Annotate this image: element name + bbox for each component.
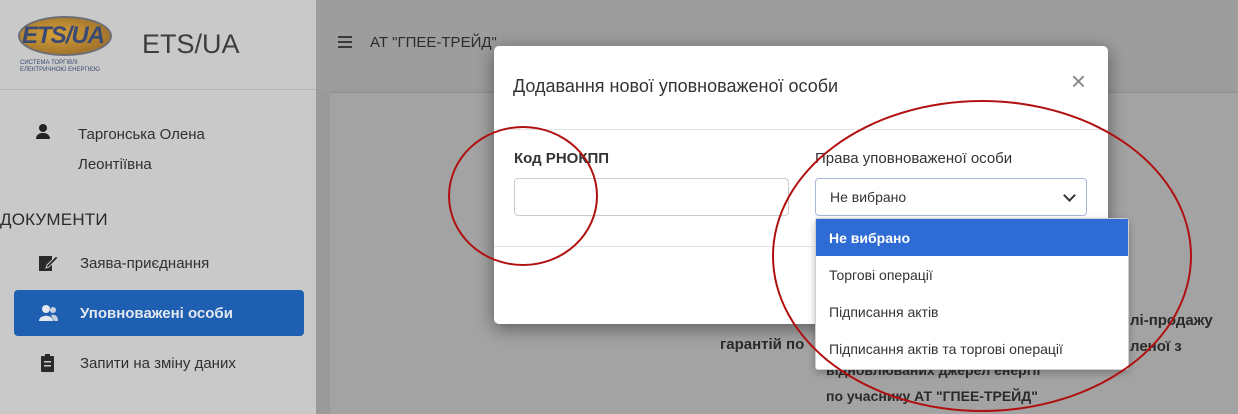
annotation-circle-rnokpp: [448, 126, 598, 266]
section-title-documents: ДОКУМЕНТИ: [0, 210, 108, 229]
sidebar-item-change-requests[interactable]: Запити на зміну даних: [14, 340, 304, 386]
brand-header: ETS/UA Система торгівлі електричною енер…: [0, 0, 316, 90]
user-profile[interactable]: Таргонська Олена Леонтіївна: [0, 90, 316, 190]
menu-icon[interactable]: [338, 36, 352, 48]
sidebar-item-authorized-persons[interactable]: Уповноважені особи: [14, 290, 304, 336]
logo-subtitle: Система торгівлі електричною енергією: [20, 59, 100, 73]
bg-text-line2-left: гарантій по: [720, 336, 805, 353]
sidebar-item-label: Уповноважені особи: [80, 304, 233, 322]
close-icon[interactable]: ×: [1071, 68, 1086, 94]
edit-document-icon: [38, 254, 59, 272]
sidebar-item-application[interactable]: Заява-приєднання: [14, 240, 304, 286]
clipboard-icon: [38, 354, 58, 372]
sidebar-item-label: Запити на зміну даних: [80, 354, 236, 372]
user-name: Таргонська Олена Леонтіївна: [78, 126, 205, 173]
logo-text: ETS/UA: [22, 21, 105, 49]
annotation-circle-rights: [772, 100, 1192, 412]
sidebar: ETS/UA Система торгівлі електричною енер…: [0, 0, 316, 414]
modal-title: Додавання нової уповноваженої особи: [513, 76, 839, 96]
user-icon: [36, 124, 50, 140]
app-title: ETS/UA: [142, 29, 240, 59]
ets-logo[interactable]: ETS/UA Система торгівлі електричною енер…: [18, 15, 112, 74]
users-icon: [38, 304, 58, 322]
sidebar-item-label: Заява-приєднання: [80, 254, 210, 272]
company-name: АТ "ГПЕЕ-ТРЕЙД": [370, 34, 497, 51]
